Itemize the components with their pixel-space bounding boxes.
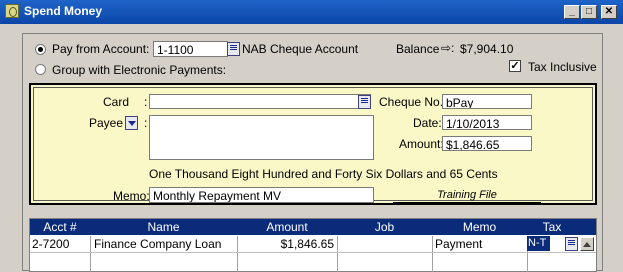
cheque-no-label: Cheque No.: bbox=[379, 95, 447, 109]
card-colon: : bbox=[144, 95, 148, 109]
amount-field[interactable]: $1,846.65 bbox=[442, 136, 532, 151]
cell-tax[interactable]: N-T bbox=[527, 236, 550, 251]
column-header-acct: Acct # bbox=[43, 220, 77, 234]
cheque-panel: Card : Payee : Cheque No.: bPay Date: 1/… bbox=[29, 83, 597, 205]
amount-in-words: One Thousand Eight Hundred and Forty Six… bbox=[149, 167, 498, 181]
group-electronic-payments-label: Group with Electronic Payments: bbox=[52, 63, 227, 77]
tax-inclusive-label: Tax Inclusive bbox=[528, 60, 597, 74]
memo-field[interactable]: Monthly Repayment MV bbox=[149, 187, 374, 203]
close-button[interactable]: ✕ bbox=[601, 5, 617, 19]
column-header-amount: Amount bbox=[266, 220, 308, 234]
app-icon bbox=[5, 4, 19, 18]
arrow-right-icon: ⇨: bbox=[441, 41, 455, 55]
card-list-button[interactable] bbox=[358, 95, 371, 109]
column-header-tax: Tax bbox=[542, 220, 562, 234]
column-header-name: Name bbox=[147, 220, 180, 234]
cell-memo[interactable]: Payment bbox=[435, 237, 482, 251]
column-header-memo: Memo bbox=[462, 220, 497, 234]
account-name: NAB Cheque Account bbox=[242, 42, 359, 56]
account-list-button[interactable] bbox=[227, 42, 240, 56]
table-row[interactable]: 2-7200 Finance Company Loan $1,846.65 Pa… bbox=[30, 236, 596, 253]
pay-from-account-radio[interactable] bbox=[35, 44, 46, 55]
training-file-label: Training File bbox=[437, 189, 497, 201]
group-electronic-payments-radio[interactable] bbox=[35, 64, 46, 75]
balance-label: Balance bbox=[396, 42, 440, 56]
memo-label: Memo: bbox=[113, 189, 150, 203]
payee-field[interactable] bbox=[149, 115, 374, 160]
allocation-table: Acct # Name Amount Job Memo Tax 2-7200 F… bbox=[29, 218, 597, 272]
pay-from-account-label: Pay from Account: bbox=[52, 42, 150, 56]
date-field[interactable]: 1/10/2013 bbox=[442, 115, 532, 130]
scroll-up-button[interactable] bbox=[580, 237, 594, 251]
cell-name[interactable]: Finance Company Loan bbox=[94, 237, 221, 251]
column-header-job: Job bbox=[374, 220, 395, 234]
card-field[interactable] bbox=[149, 94, 371, 109]
cell-amount[interactable]: $1,846.65 bbox=[237, 237, 334, 251]
signature-line bbox=[393, 202, 541, 203]
tax-inclusive-checkbox[interactable]: ✓ bbox=[509, 60, 521, 72]
spend-money-form: Pay from Account: 1-1100 NAB Cheque Acco… bbox=[22, 33, 603, 272]
amount-label: Amount: bbox=[399, 137, 444, 151]
title-bar: Spend Money _ □ ✕ bbox=[0, 0, 623, 24]
payee-label: Payee bbox=[89, 116, 124, 130]
date-label: Date: bbox=[413, 116, 442, 130]
balance-value: $7,904.10 bbox=[460, 42, 514, 56]
card-label: Card bbox=[103, 95, 130, 109]
account-number-field[interactable]: 1-1100 bbox=[153, 41, 228, 57]
table-header: Acct # Name Amount Job Memo Tax bbox=[30, 219, 596, 235]
minimize-button[interactable]: _ bbox=[564, 5, 580, 19]
tax-code-list-button[interactable] bbox=[565, 237, 578, 251]
maximize-button[interactable]: □ bbox=[581, 5, 597, 19]
cheque-no-field[interactable]: bPay bbox=[442, 94, 532, 109]
window-title: Spend Money bbox=[24, 4, 103, 18]
payee-colon: : bbox=[144, 116, 148, 130]
payee-dropdown-button[interactable] bbox=[125, 116, 138, 130]
cell-acct[interactable]: 2-7200 bbox=[32, 237, 69, 251]
